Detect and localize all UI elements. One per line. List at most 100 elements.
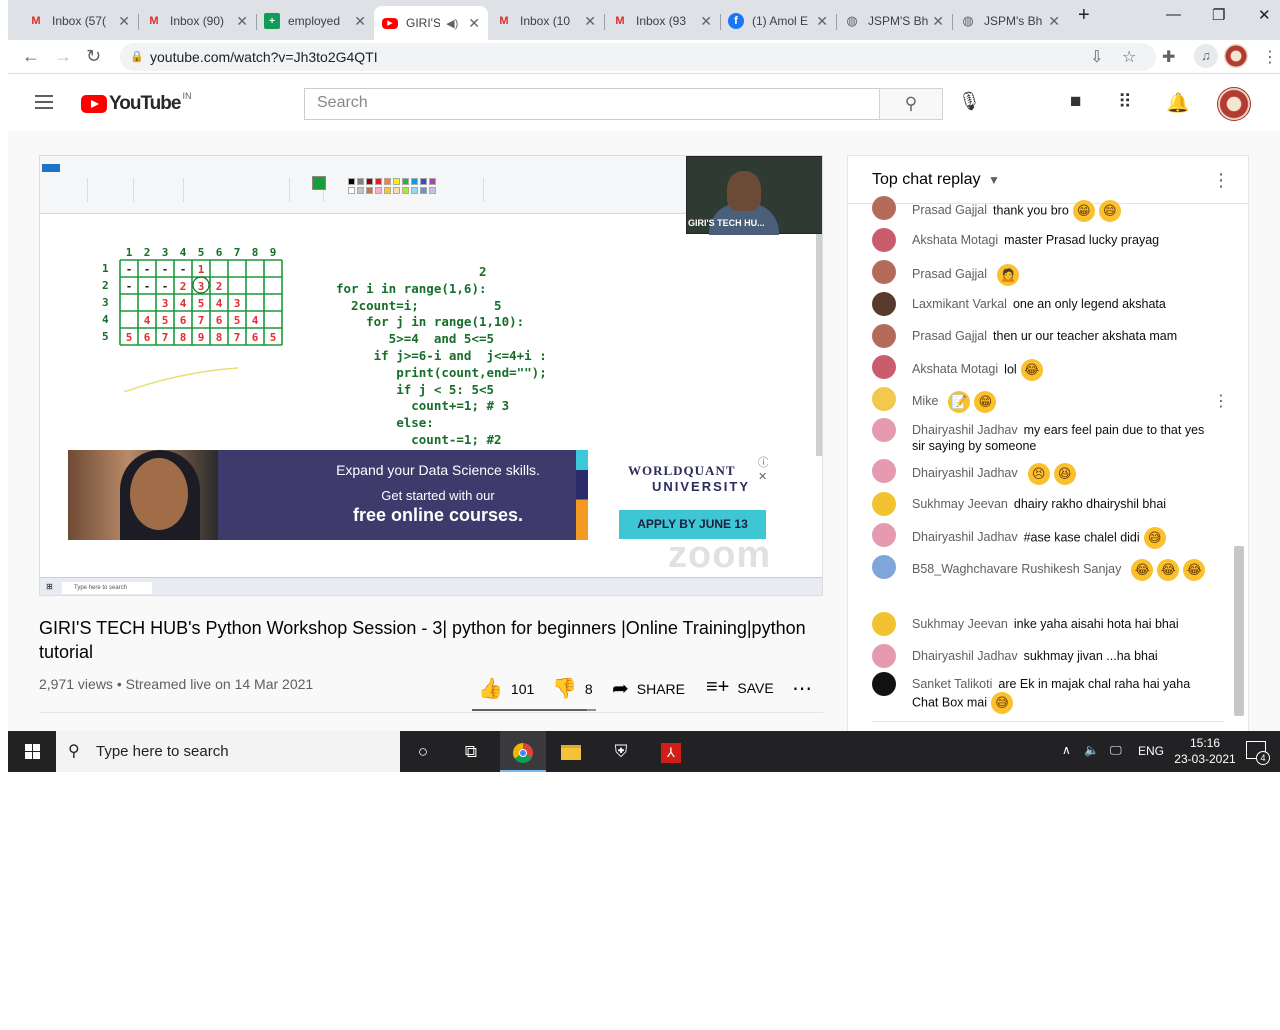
chat-author[interactable]: Prasad Gajjal bbox=[912, 329, 987, 343]
taskbar-search[interactable]: ⚲ Type here to search bbox=[56, 731, 400, 772]
start-button[interactable] bbox=[8, 731, 56, 772]
message-menu-icon[interactable]: ⋮ bbox=[1213, 391, 1229, 411]
acrobat-icon[interactable]: ⅄ bbox=[648, 731, 694, 772]
show-hidden-icons-icon[interactable]: ∧ bbox=[1062, 743, 1071, 757]
cortana-icon[interactable]: ○ bbox=[400, 731, 446, 772]
ad-close-icon[interactable]: ⓘ ✕ bbox=[758, 454, 768, 483]
chat-author[interactable]: Sukhmay Jeevan bbox=[912, 497, 1008, 511]
save-button[interactable]: ≡+ SAVE bbox=[706, 676, 774, 699]
menu-icon[interactable] bbox=[35, 95, 53, 109]
share-button[interactable]: ➦ SHARE bbox=[612, 676, 685, 701]
system-clock[interactable]: 15:16 23-03-2021 bbox=[1170, 735, 1240, 767]
close-tab-icon[interactable]: ✕ bbox=[932, 13, 944, 30]
restore-icon[interactable]: ❐ bbox=[1212, 6, 1225, 24]
chat-scrollbar[interactable] bbox=[1234, 546, 1244, 716]
install-app-icon[interactable]: ⇩ bbox=[1090, 47, 1103, 67]
chat-avatar[interactable] bbox=[872, 492, 896, 516]
notifications-bell-icon[interactable]: 🔔 bbox=[1166, 91, 1190, 115]
audio-playing-icon[interactable]: ◀) bbox=[446, 17, 458, 30]
create-video-icon[interactable]: ■ bbox=[1070, 91, 1081, 113]
youtube-logo[interactable]: YouTube IN bbox=[81, 91, 191, 115]
close-tab-icon[interactable]: ✕ bbox=[236, 13, 248, 30]
chat-author[interactable]: B58_Waghchavare Rushikesh Sanjay bbox=[912, 562, 1121, 576]
volume-icon[interactable]: 🔈 bbox=[1084, 743, 1099, 757]
back-icon[interactable]: ← bbox=[22, 46, 40, 67]
chat-author[interactable]: Prasad Gajjal bbox=[912, 267, 987, 281]
chat-avatar[interactable] bbox=[872, 196, 896, 220]
chat-mode-selector[interactable]: Top chat replay bbox=[872, 171, 981, 189]
close-tab-icon[interactable]: ✕ bbox=[816, 13, 828, 30]
browser-tab[interactable]: f (1) Amol E ✕ bbox=[720, 6, 836, 36]
chat-avatar[interactable] bbox=[872, 260, 896, 284]
chat-author[interactable]: Dhairyashil Jadhav bbox=[912, 423, 1018, 437]
search-input[interactable]: Search bbox=[304, 88, 880, 120]
chrome-taskbar-icon[interactable] bbox=[500, 731, 546, 772]
language-indicator[interactable]: ENG bbox=[1138, 744, 1164, 758]
chat-author[interactable]: Sukhmay Jeevan bbox=[912, 617, 1008, 631]
chat-avatar[interactable] bbox=[872, 387, 896, 411]
chevron-down-icon[interactable]: ▼ bbox=[988, 173, 1000, 187]
close-tab-icon[interactable]: ✕ bbox=[1048, 13, 1060, 30]
close-window-icon[interactable]: ✕ bbox=[1258, 6, 1271, 24]
chat-avatar[interactable] bbox=[872, 355, 896, 379]
video-ad-overlay[interactable]: Expand your Data Science skills. Get sta… bbox=[68, 450, 768, 540]
browser-tab[interactable]: ◍ JSPM'S Bh ✕ bbox=[836, 6, 952, 36]
browser-tab[interactable]: M Inbox (10 ✕ bbox=[488, 6, 604, 36]
browser-tab[interactable]: M Inbox (90) ✕ bbox=[138, 6, 256, 36]
close-tab-icon[interactable]: ✕ bbox=[468, 15, 480, 32]
apps-grid-icon[interactable]: ⠿ bbox=[1118, 91, 1132, 114]
lock-icon[interactable]: 🔒 bbox=[130, 43, 144, 71]
forward-icon[interactable]: → bbox=[54, 46, 72, 67]
browser-tab[interactable]: M Inbox (93 ✕ bbox=[604, 6, 720, 36]
reload-icon[interactable]: ↻ bbox=[86, 46, 101, 67]
chat-message-body: Prasad Gajjal then ur our teacher akshata… bbox=[912, 328, 1212, 344]
chat-avatar[interactable] bbox=[872, 555, 896, 579]
chat-author[interactable]: Prasad Gajjal bbox=[912, 203, 987, 217]
video-player[interactable]: GIRI'S TECH HU... 12345678912345----1---… bbox=[39, 155, 823, 596]
network-icon[interactable]: 🖵 bbox=[1110, 743, 1122, 758]
chat-avatar[interactable] bbox=[872, 644, 896, 668]
url-bar[interactable]: 🔒 youtube.com/watch?v=Jh3to2G4QTI bbox=[120, 43, 1156, 71]
profile-avatar-icon[interactable] bbox=[1224, 44, 1248, 68]
chat-avatar[interactable] bbox=[872, 459, 896, 483]
chat-avatar[interactable] bbox=[872, 292, 896, 316]
chat-avatar[interactable] bbox=[872, 612, 896, 636]
browser-tab[interactable]: ◍ JSPM's Bh ✕ bbox=[952, 6, 1068, 36]
browser-tab[interactable]: M Inbox (57( ✕ bbox=[20, 6, 138, 36]
close-tab-icon[interactable]: ✕ bbox=[118, 13, 130, 30]
extensions-icon[interactable]: ✚ bbox=[1162, 47, 1175, 67]
file-explorer-icon[interactable] bbox=[548, 731, 594, 772]
dislike-button[interactable]: 👎 8 bbox=[552, 676, 593, 701]
minimize-icon[interactable]: — bbox=[1166, 6, 1181, 23]
chat-avatar[interactable] bbox=[872, 324, 896, 348]
close-tab-icon[interactable]: ✕ bbox=[354, 13, 366, 30]
account-avatar[interactable] bbox=[1217, 87, 1251, 121]
browser-tab-active[interactable]: ▶ GIRI'S ◀) ✕ bbox=[374, 6, 488, 40]
chat-avatar[interactable] bbox=[872, 672, 896, 696]
chat-author[interactable]: Akshata Motagi bbox=[912, 362, 998, 376]
new-tab-icon[interactable]: + bbox=[1078, 4, 1090, 27]
chat-author[interactable]: Dhairyashil Jadhav bbox=[912, 530, 1018, 544]
chat-author[interactable]: Mike bbox=[912, 394, 938, 408]
chat-author[interactable]: Sanket Talikoti bbox=[912, 677, 992, 691]
bookmark-star-icon[interactable]: ☆ bbox=[1122, 47, 1136, 67]
voice-search-icon[interactable]: 🎙 bbox=[958, 91, 981, 112]
close-tab-icon[interactable]: ✕ bbox=[584, 13, 596, 30]
chat-author[interactable]: Laxmikant Varkal bbox=[912, 297, 1007, 311]
chat-avatar[interactable] bbox=[872, 418, 896, 442]
chat-menu-icon[interactable]: ⋮ bbox=[1212, 170, 1230, 191]
browser-tab[interactable]: + employed ✕ bbox=[256, 6, 374, 36]
chat-author[interactable]: Akshata Motagi bbox=[912, 233, 998, 247]
like-button[interactable]: 👍 101 bbox=[478, 676, 534, 701]
chrome-menu-icon[interactable]: ⋮ bbox=[1262, 47, 1278, 67]
close-tab-icon[interactable]: ✕ bbox=[700, 13, 712, 30]
search-button[interactable]: ⚲ bbox=[879, 88, 943, 120]
chat-avatar[interactable] bbox=[872, 523, 896, 547]
chat-author[interactable]: Dhairyashil Jadhav bbox=[912, 649, 1018, 663]
security-shield-icon[interactable]: ⛨ bbox=[598, 731, 644, 772]
chat-avatar[interactable] bbox=[872, 228, 896, 252]
more-actions-icon[interactable]: ⋯ bbox=[792, 676, 812, 701]
media-control-icon[interactable]: ♫ bbox=[1194, 44, 1218, 68]
task-view-icon[interactable]: ⧉ bbox=[448, 731, 494, 772]
chat-author[interactable]: Dhairyashil Jadhav bbox=[912, 466, 1018, 480]
